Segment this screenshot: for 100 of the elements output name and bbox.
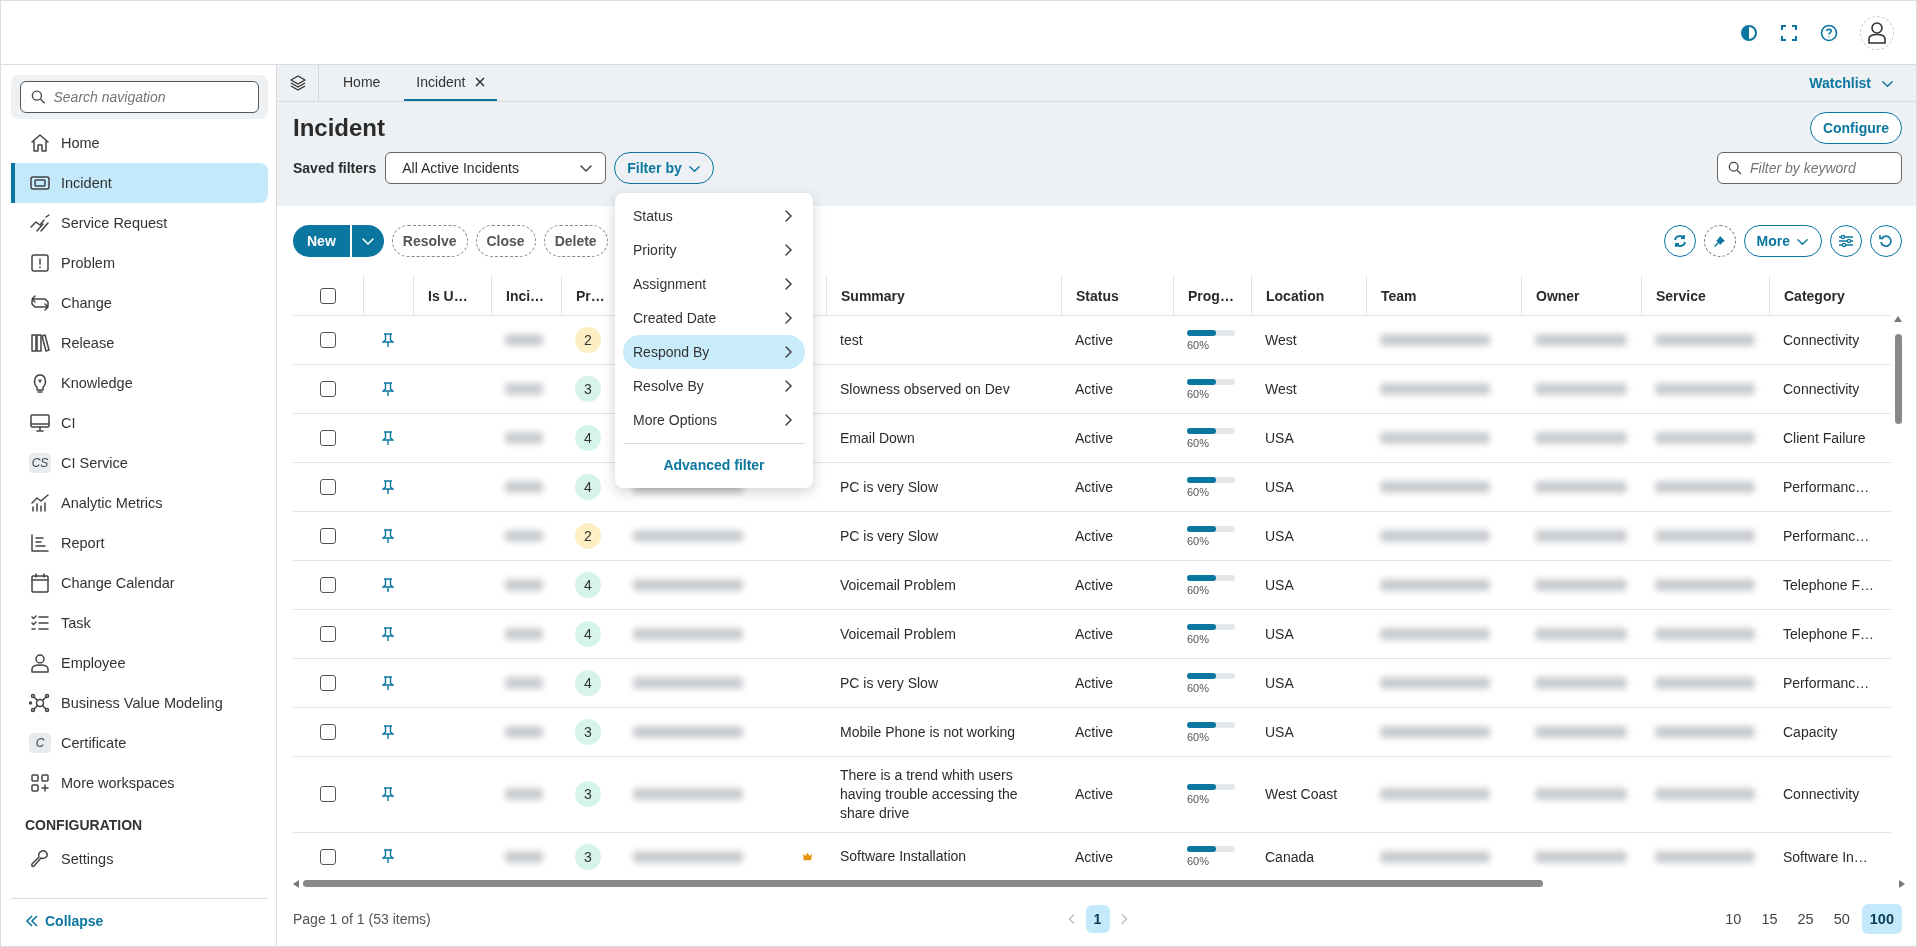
keyword-filter-field[interactable]: Filter by keyword (1717, 152, 1902, 184)
column-header[interactable]: Service (1656, 288, 1706, 304)
layers-icon[interactable] (288, 74, 307, 92)
pin-icon[interactable] (382, 528, 394, 544)
tab[interactable]: Home (331, 65, 393, 101)
menu-item[interactable]: Resolve By (623, 369, 805, 403)
table-cell-text: Active (1074, 577, 1115, 593)
pin-icon[interactable] (382, 577, 394, 593)
pin-icon[interactable] (382, 332, 394, 348)
column-header[interactable]: Category (1784, 288, 1845, 304)
contrast-icon[interactable] (1740, 23, 1758, 42)
configure-button[interactable]: Configure (1809, 112, 1902, 144)
sidebar-item[interactable]: Business Value Modeling (11, 683, 268, 723)
blurred-text (505, 383, 543, 395)
sidebar-item[interactable]: Settings (11, 839, 268, 879)
pin-icon[interactable] (382, 849, 394, 865)
search-field[interactable]: Search navigation (20, 81, 259, 113)
sidebar-item[interactable]: Report (11, 523, 268, 563)
select-all-checkbox[interactable] (320, 288, 336, 304)
row-checkbox[interactable] (320, 430, 336, 446)
sidebar-item[interactable]: Release (11, 323, 268, 363)
sidebar-item[interactable]: Problem (11, 243, 268, 283)
column-header[interactable]: Inci… (506, 288, 545, 304)
page-size-option[interactable]: 50 (1825, 904, 1858, 934)
scroll-left-icon[interactable] (293, 880, 299, 888)
scroll-right-icon[interactable] (1899, 880, 1905, 888)
menu-item[interactable]: Status (623, 199, 805, 233)
sidebar-item[interactable]: C Certificate (11, 723, 268, 763)
column-settings-button[interactable] (1830, 225, 1862, 257)
column-header[interactable]: Prog… (1188, 288, 1234, 304)
sidebar-item[interactable]: Incident (11, 163, 268, 203)
advanced-filter-link[interactable]: Advanced filter (623, 450, 805, 480)
sidebar-item[interactable]: Analytic Metrics (11, 483, 268, 523)
row-checkbox[interactable] (320, 626, 336, 642)
pin-icon[interactable] (382, 724, 394, 740)
page-size-option[interactable]: 25 (1789, 904, 1822, 934)
scrollbar-thumb[interactable] (303, 880, 1543, 887)
new-menu-button[interactable] (351, 225, 384, 257)
row-checkbox[interactable] (320, 786, 336, 803)
row-checkbox[interactable] (320, 381, 336, 397)
double-chevron-icon (25, 913, 39, 928)
keyword-input[interactable]: Filter by keyword (1748, 159, 1891, 177)
sidebar-item[interactable]: CS CI Service (11, 443, 268, 483)
row-checkbox[interactable] (320, 675, 336, 691)
pin-icon[interactable] (382, 675, 394, 691)
sidebar-item[interactable]: Task (11, 603, 268, 643)
menu-item[interactable]: Respond By (623, 335, 805, 369)
row-checkbox[interactable] (320, 577, 336, 593)
menu-item[interactable]: Assignment (623, 267, 805, 301)
page-size-option[interactable]: 100 (1861, 904, 1902, 934)
sidebar-item[interactable]: Service Request (11, 203, 268, 243)
page-size-option[interactable]: 15 (1753, 904, 1786, 934)
column-header[interactable]: Location (1266, 288, 1325, 304)
sidebar-item[interactable]: Home (11, 123, 268, 163)
column-header[interactable]: Owner (1536, 288, 1580, 304)
row-checkbox[interactable] (320, 332, 336, 348)
pin-icon[interactable] (382, 786, 394, 802)
scrollbar-thumb[interactable] (1894, 334, 1902, 424)
menu-item[interactable]: Priority (623, 233, 805, 267)
pin-icon[interactable] (382, 381, 394, 397)
collapse-button[interactable]: Collapse (11, 898, 268, 942)
page-button[interactable]: 1 (1085, 905, 1110, 933)
table-cell-text: Active (1074, 724, 1115, 740)
row-checkbox[interactable] (320, 528, 336, 544)
person-icon (29, 652, 51, 674)
arrows-icon (29, 292, 51, 314)
pin-icon[interactable] (382, 626, 394, 642)
watchlist-button[interactable]: Watchlist (1809, 65, 1916, 101)
priority-badge: 3 (575, 843, 601, 870)
scroll-up-icon[interactable] (1894, 316, 1902, 322)
column-header[interactable]: Team (1381, 288, 1417, 304)
menu-item[interactable]: Created Date (623, 301, 805, 335)
refresh-button[interactable] (1663, 225, 1696, 257)
sidebar-item[interactable]: Employee (11, 643, 268, 683)
help-icon[interactable] (1820, 23, 1838, 42)
column-header[interactable]: Pr… (576, 288, 605, 304)
page-summary: Page 1 of 1 (53 items) (293, 911, 432, 927)
pin-button[interactable] (1703, 225, 1736, 257)
row-checkbox[interactable] (320, 479, 336, 495)
column-header[interactable]: Summary (841, 288, 905, 304)
saved-filter-dropdown[interactable]: All Active Incidents (385, 152, 607, 184)
sidebar-item[interactable]: Knowledge (11, 363, 268, 403)
row-checkbox[interactable] (320, 848, 336, 865)
pin-icon[interactable] (382, 430, 394, 446)
column-header[interactable]: Is U… (428, 288, 468, 304)
sidebar-item[interactable]: More workspaces (11, 763, 268, 803)
more-button[interactable]: More (1743, 225, 1822, 257)
pin-icon[interactable] (382, 479, 394, 495)
column-header[interactable]: Status (1076, 288, 1119, 304)
reset-button[interactable] (1870, 225, 1902, 257)
page-size-option[interactable]: 10 (1717, 904, 1750, 934)
sidebar-item[interactable]: CI (11, 403, 268, 443)
sidebar-item[interactable]: Change (11, 283, 268, 323)
sidebar-item[interactable]: Change Calendar (11, 563, 268, 603)
close-icon[interactable] (475, 77, 486, 87)
menu-item[interactable]: More Options (623, 403, 805, 437)
new-button[interactable]: New (293, 225, 350, 257)
table-cell-text: Telephone F… (1782, 626, 1876, 642)
row-checkbox[interactable] (320, 724, 336, 740)
fullscreen-icon[interactable] (1780, 23, 1798, 42)
